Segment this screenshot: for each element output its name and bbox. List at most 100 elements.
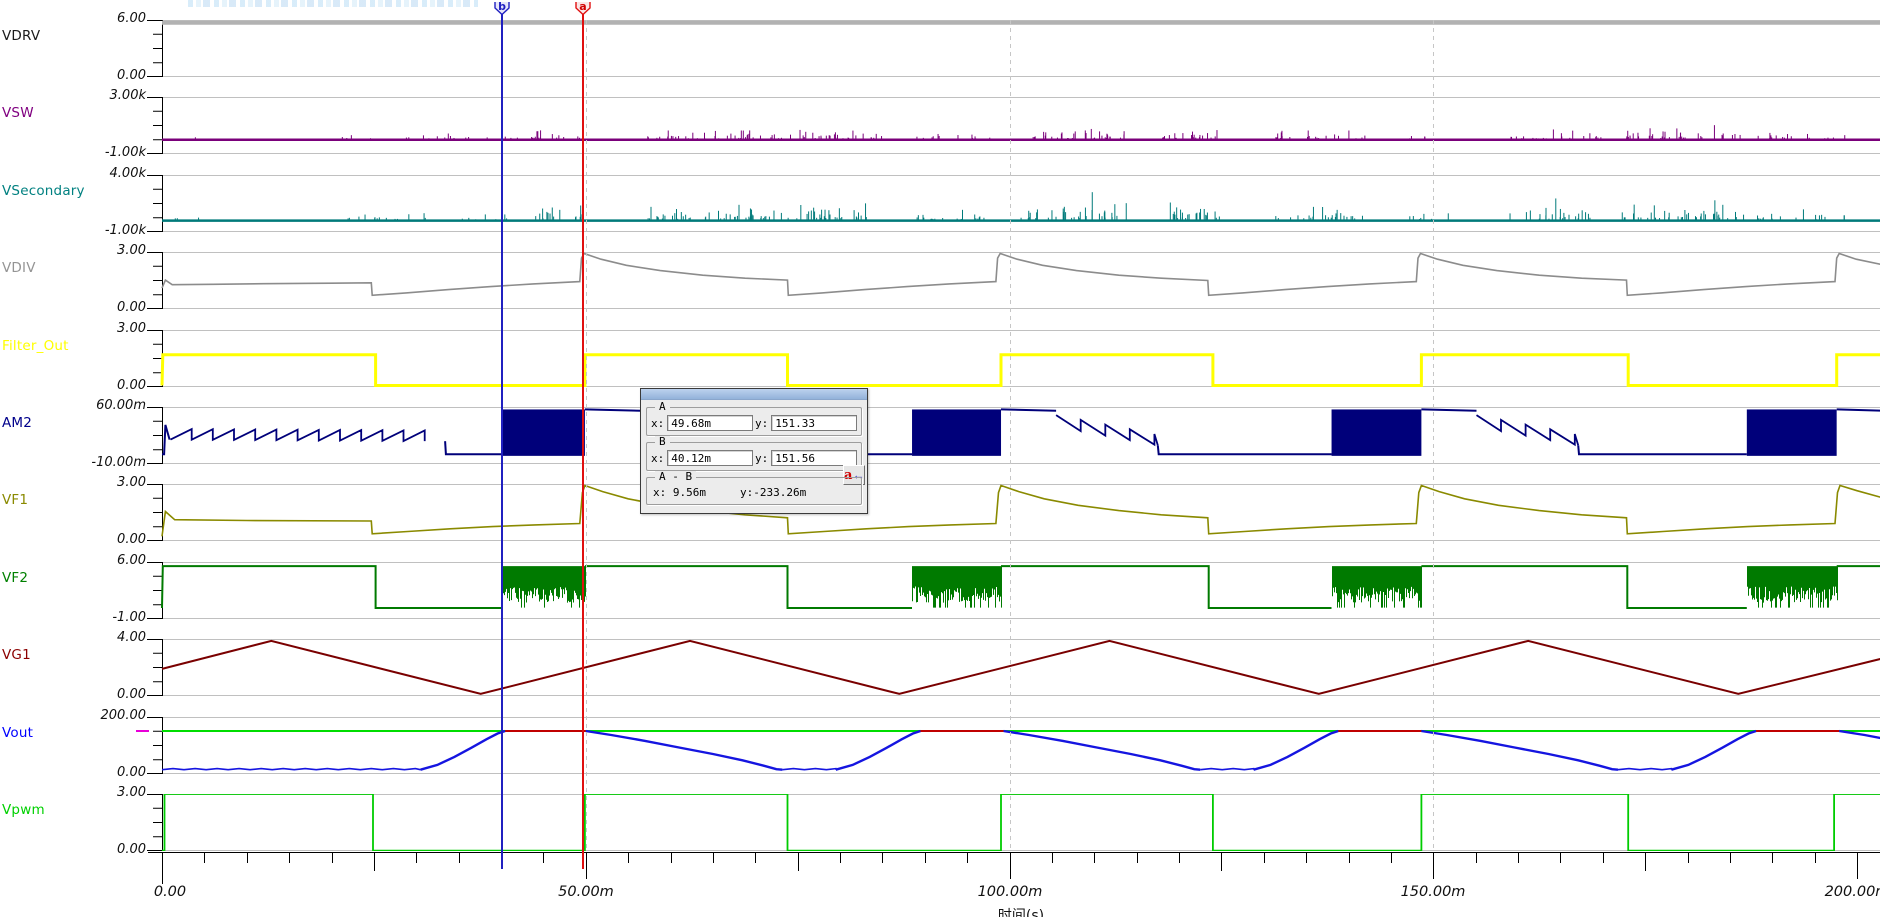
xtick-85ms — [882, 853, 883, 863]
xtick-70ms — [755, 853, 756, 863]
waveform-plot-VF2[interactable] — [0, 561, 1880, 619]
time-axis-line — [148, 852, 1880, 853]
cursor-readout-body: A x: 49.68m y: 151.33 B x: 40.12m y: 151… — [641, 400, 867, 508]
gridline-150ms — [1433, 20, 1434, 851]
a-y-value[interactable]: 151.33 — [771, 415, 857, 431]
cursor-diff-group-label: A - B — [655, 471, 697, 483]
xtick-135ms — [1306, 853, 1307, 863]
b-y-label: y: — [755, 451, 769, 465]
xtick-125ms — [1221, 853, 1222, 871]
clipped-title-bar — [188, 0, 478, 7]
waveform-plot-VSecondary[interactable] — [0, 174, 1880, 232]
diff-x-value: x: 9.56m — [653, 486, 706, 499]
cursor-a-group: A x: 49.68m y: 151.33 — [646, 401, 862, 436]
xtick-0ms — [162, 853, 163, 884]
gridline-50ms — [586, 20, 587, 851]
channel-band-VDIV: VDIV 3.00 0.00 — [0, 243, 1880, 315]
diff-y-value: y:-233.26m — [740, 486, 807, 499]
xtick-110ms — [1094, 853, 1095, 863]
a-x-label: x: — [651, 416, 665, 430]
b-x-value[interactable]: 40.12m — [667, 450, 753, 466]
channel-band-Vout: Vout 200.00 0.00 — [0, 708, 1880, 780]
channel-band-Filter_Out: Filter_Out 3.00 0.00 — [0, 321, 1880, 393]
waveform-plot-VSW[interactable] — [0, 97, 1880, 155]
xtick-95ms — [967, 853, 968, 863]
a-x-value[interactable]: 49.68m — [667, 415, 753, 431]
xtick-180ms — [1688, 853, 1689, 863]
xtick-190ms — [1772, 853, 1773, 863]
xtick-145ms — [1391, 853, 1392, 863]
cursor-a-flag[interactable]: a — [575, 0, 591, 16]
cursor-a-flag-icon: a — [575, 0, 591, 16]
xtick-30ms — [416, 853, 417, 863]
xtick-80ms — [840, 853, 841, 863]
xlabel-150.00m: 150.00m — [1400, 884, 1466, 900]
xtick-15ms — [289, 853, 290, 863]
xtick-115ms — [1137, 853, 1138, 863]
waveform-plot-VDRV[interactable] — [0, 20, 1880, 77]
xtick-120ms — [1179, 853, 1180, 863]
xlabel-0.00: 0.00 — [153, 884, 187, 900]
xtick-5ms — [204, 853, 205, 863]
xtick-60ms — [671, 853, 672, 863]
xtick-195ms — [1815, 853, 1816, 863]
channel-band-AM2: AM2 60.00m -10.00m — [0, 398, 1880, 470]
channel-band-Vpwm: Vpwm 3.00 0.00 — [0, 785, 1880, 857]
xlabel-50.00m: 50.00m — [558, 884, 614, 900]
waveform-plot-AM2[interactable] — [0, 407, 1880, 464]
b-y-value[interactable]: 151.56 — [771, 450, 857, 466]
xtick-50ms — [586, 853, 587, 879]
xtick-10ms — [247, 853, 248, 863]
waveform-plot-Vpwm[interactable] — [0, 794, 1880, 851]
xtick-100ms — [1010, 853, 1011, 879]
cursor-b-flag-icon: b — [494, 0, 510, 16]
cursor-b-flag[interactable]: b — [494, 0, 510, 16]
waveform-plot-Filter_Out[interactable] — [0, 329, 1880, 387]
waveform-plot-Vout[interactable] — [0, 716, 1880, 774]
cursor-diff-group: A - B x: 9.56m y:-233.26m — [646, 471, 862, 505]
cursor-b-group: B x: 40.12m y: 151.56 a← — [646, 436, 865, 485]
waveform-plot-VDIV[interactable] — [0, 252, 1880, 310]
time-axis-title: 时间(s) — [997, 908, 1045, 917]
cursor-a-group-label: A — [655, 401, 670, 413]
svg-text:b: b — [498, 2, 506, 13]
cursor-readout-dialog[interactable]: A x: 49.68m y: 151.33 B x: 40.12m y: 151… — [640, 388, 868, 514]
xtick-130ms — [1264, 853, 1265, 863]
xtick-25ms — [374, 853, 375, 871]
xtick-65ms — [713, 853, 714, 863]
xtick-90ms — [925, 853, 926, 863]
channel-band-VG1: VG1 4.00 0.00 — [0, 630, 1880, 702]
xtick-150ms — [1433, 853, 1434, 879]
channel-band-VSecondary: VSecondary 4.00k -1.00k — [0, 166, 1880, 238]
xtick-185ms — [1730, 853, 1731, 863]
xlabel-200.00m: 200.00m — [1824, 884, 1880, 900]
waveform-viewer: VDRV 6.00 0.00 VSW 3.00k -1.00k VSecondary 4.00… — [0, 0, 1880, 917]
channel-band-VSW: VSW 3.00k -1.00k — [0, 88, 1880, 160]
xtick-45ms — [543, 853, 544, 863]
channel-band-VF1: VF1 3.00 0.00 — [0, 475, 1880, 547]
xtick-20ms — [332, 853, 333, 863]
gridline-100ms — [1010, 20, 1011, 851]
xtick-75ms — [798, 853, 799, 871]
xtick-55ms — [628, 853, 629, 863]
xtick-35ms — [459, 853, 460, 863]
channel-band-VDRV: VDRV 6.00 0.00 — [0, 11, 1880, 83]
cursor-b-line[interactable] — [501, 13, 504, 869]
b-x-label: x: — [651, 451, 665, 465]
magenta-marker — [136, 730, 149, 732]
a-y-label: y: — [755, 416, 769, 430]
xtick-170ms — [1603, 853, 1604, 863]
cursor-readout-titlebar[interactable] — [641, 389, 867, 400]
xlabel-100.00m: 100.00m — [977, 884, 1043, 900]
xtick-155ms — [1476, 853, 1477, 863]
xtick-200ms — [1857, 853, 1858, 879]
waveform-plot-VF1[interactable] — [0, 484, 1880, 542]
cursor-a-line[interactable] — [582, 13, 585, 869]
svg-text:a: a — [579, 2, 586, 13]
channel-band-VF2: VF2 6.00 -1.00 — [0, 553, 1880, 625]
xtick-160ms — [1518, 853, 1519, 863]
xtick-175ms — [1645, 853, 1646, 871]
xtick-140ms — [1349, 853, 1350, 863]
cursor-b-group-label: B — [655, 436, 670, 448]
waveform-plot-VG1[interactable] — [0, 639, 1880, 697]
